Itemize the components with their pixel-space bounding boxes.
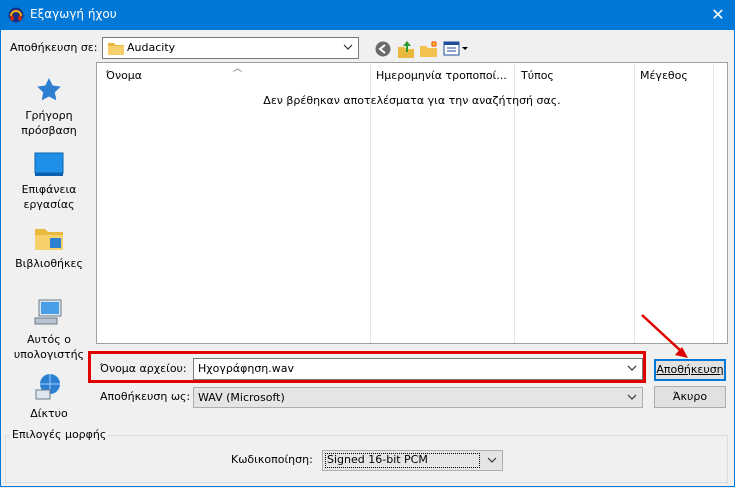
place-desktop[interactable]: Επιφάνεια εργασίας	[8, 152, 90, 212]
place-label: Δίκτυο	[30, 407, 68, 420]
place-label: Βιβλιοθήκες	[15, 257, 83, 270]
back-icon[interactable]	[373, 39, 393, 59]
save-in-label: Αποθήκευση σε:	[10, 41, 98, 54]
chevron-down-icon	[627, 394, 637, 400]
star-icon	[37, 78, 61, 101]
filename-label: Όνομα αρχείου:	[100, 362, 187, 375]
place-quick-access[interactable]: Γρήγορη πρόσβαση	[8, 76, 90, 138]
place-label: Αυτός ο υπολογιστής	[13, 333, 85, 361]
computer-icon	[34, 299, 62, 325]
column-header-name[interactable]: Όνομα	[106, 69, 142, 82]
encoding-value: Signed 16-bit PCM	[327, 453, 428, 466]
encoding-dropdown[interactable]: Signed 16-bit PCM	[322, 450, 503, 471]
encoding-label: Κωδικοποίηση:	[231, 453, 313, 466]
file-list[interactable]: ︿ Όνομα Ημερομηνία τροποποί... Τύπος Μέγ…	[96, 62, 728, 344]
save-in-dropdown[interactable]: Audacity	[102, 37, 359, 59]
cancel-button[interactable]: Άκυρο	[654, 386, 726, 408]
places-bar: Γρήγορη πρόσβαση Επιφάνεια εργασίας Βιβλ…	[8, 62, 90, 428]
title-bar: Εξαγωγή ήχου ✕	[0, 0, 735, 30]
new-folder-icon[interactable]	[419, 39, 439, 59]
libraries-icon	[35, 229, 63, 250]
window-title: Εξαγωγή ήχου	[30, 7, 117, 21]
sort-ascending-icon: ︿	[233, 64, 243, 74]
column-header-type[interactable]: Τύπος	[521, 69, 554, 82]
filename-input[interactable]: Ηχογράφηση.wav	[193, 358, 643, 380]
place-label: Επιφάνεια εργασίας	[21, 183, 77, 211]
chevron-down-icon	[343, 44, 353, 50]
audacity-app-icon	[8, 7, 24, 23]
place-network[interactable]: Δίκτυο	[8, 372, 90, 421]
desktop-icon	[34, 152, 64, 176]
column-header-date[interactable]: Ημερομηνία τροποποί...	[376, 69, 507, 82]
place-libraries[interactable]: Βιβλιοθήκες	[8, 226, 90, 271]
annotation-arrow	[641, 314, 688, 358]
close-button[interactable]: ✕	[705, 2, 731, 28]
place-label: Γρήγορη πρόσβαση	[21, 109, 77, 137]
save-type-label: Αποθήκευση ως:	[100, 390, 191, 403]
chevron-down-icon	[487, 457, 497, 463]
save-type-dropdown[interactable]: WAV (Microsoft)	[193, 387, 643, 408]
filename-value: Ηχογράφηση.wav	[198, 362, 295, 375]
empty-message: Δεν βρέθηκαν αποτελέσματα για την αναζήτ…	[263, 94, 561, 107]
network-icon	[35, 374, 60, 400]
view-menu-icon[interactable]	[443, 40, 469, 58]
save-type-value: WAV (Microsoft)	[198, 391, 285, 404]
current-folder: Audacity	[127, 41, 176, 54]
column-header-size[interactable]: Μέγεθος	[640, 69, 688, 82]
format-options-label: Επιλογές μορφής	[10, 428, 109, 441]
place-this-pc[interactable]: Αυτός ο υπολογιστής	[8, 298, 90, 362]
folder-icon	[108, 43, 124, 55]
up-folder-icon[interactable]	[396, 39, 416, 59]
